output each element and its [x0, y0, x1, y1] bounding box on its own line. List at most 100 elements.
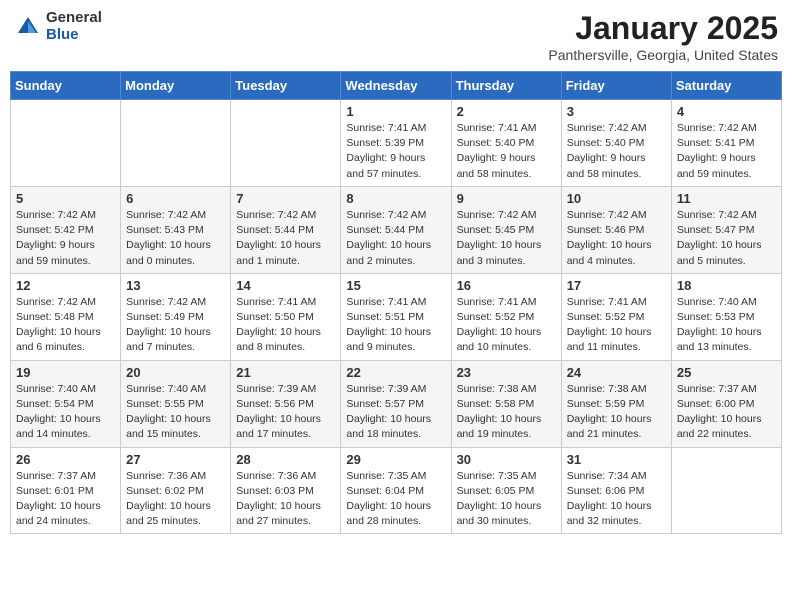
- col-header-tuesday: Tuesday: [231, 72, 341, 100]
- logo-blue-label: Blue: [46, 27, 102, 44]
- day-info: Sunrise: 7:41 AM Sunset: 5:52 PM Dayligh…: [567, 295, 666, 356]
- day-number: 21: [236, 365, 335, 380]
- col-header-wednesday: Wednesday: [341, 72, 451, 100]
- day-number: 20: [126, 365, 225, 380]
- day-number: 1: [346, 104, 445, 119]
- day-number: 10: [567, 191, 666, 206]
- day-info: Sunrise: 7:37 AM Sunset: 6:00 PM Dayligh…: [677, 382, 776, 443]
- day-info: Sunrise: 7:35 AM Sunset: 6:05 PM Dayligh…: [457, 469, 556, 530]
- calendar-cell: [11, 100, 121, 187]
- day-number: 3: [567, 104, 666, 119]
- day-info: Sunrise: 7:36 AM Sunset: 6:03 PM Dayligh…: [236, 469, 335, 530]
- day-info: Sunrise: 7:42 AM Sunset: 5:41 PM Dayligh…: [677, 121, 776, 182]
- calendar-cell: 26 Sunrise: 7:37 AM Sunset: 6:01 PM Dayli…: [11, 447, 121, 534]
- calendar-cell: 8 Sunrise: 7:42 AM Sunset: 5:44 PM Daylig…: [341, 186, 451, 273]
- calendar-cell: 20Sunrise: 7:40 AM Sunset: 5:55 PM Dayli…: [121, 360, 231, 447]
- day-info: Sunrise: 7:42 AM Sunset: 5:44 PM Dayligh…: [346, 208, 445, 269]
- day-number: 16: [457, 278, 556, 293]
- calendar-cell: 7 Sunrise: 7:42 AM Sunset: 5:44 PM Daylig…: [231, 186, 341, 273]
- day-number: 12: [16, 278, 115, 293]
- day-number: 9: [457, 191, 556, 206]
- calendar-cell: 22 Sunrise: 7:39 AM Sunset: 5:57 PM Dayli…: [341, 360, 451, 447]
- day-info: Sunrise: 7:41 AM Sunset: 5:50 PM Dayligh…: [236, 295, 335, 356]
- col-header-monday: Monday: [121, 72, 231, 100]
- day-info: Sunrise: 7:42 AM Sunset: 5:42 PM Dayligh…: [16, 208, 115, 269]
- day-info: Sunrise: 7:39 AM Sunset: 5:56 PM Dayligh…: [236, 382, 335, 443]
- calendar-cell: 19Sunrise: 7:40 AM Sunset: 5:54 PM Dayli…: [11, 360, 121, 447]
- day-info: Sunrise: 7:42 AM Sunset: 5:44 PM Dayligh…: [236, 208, 335, 269]
- day-number: 30: [457, 452, 556, 467]
- day-info: Sunrise: 7:40 AM Sunset: 5:53 PM Dayligh…: [677, 295, 776, 356]
- day-info: Sunrise: 7:42 AM Sunset: 5:49 PM Dayligh…: [126, 295, 225, 356]
- day-info: Sunrise: 7:42 AM Sunset: 5:46 PM Dayligh…: [567, 208, 666, 269]
- day-number: 22: [346, 365, 445, 380]
- page-header: General Blue January 2025 Panthersville,…: [10, 10, 782, 63]
- day-number: 29: [346, 452, 445, 467]
- calendar-cell: 11Sunrise: 7:42 AM Sunset: 5:47 PM Dayli…: [671, 186, 781, 273]
- title-block: January 2025 Panthersville, Georgia, Uni…: [548, 10, 778, 63]
- calendar-cell: [121, 100, 231, 187]
- day-number: 7: [236, 191, 335, 206]
- day-number: 26: [16, 452, 115, 467]
- calendar-week-row: 19Sunrise: 7:40 AM Sunset: 5:54 PM Dayli…: [11, 360, 782, 447]
- calendar-cell: 5 Sunrise: 7:42 AM Sunset: 5:42 PM Daylig…: [11, 186, 121, 273]
- calendar-cell: 15Sunrise: 7:41 AM Sunset: 5:51 PM Dayli…: [341, 273, 451, 360]
- day-info: Sunrise: 7:40 AM Sunset: 5:54 PM Dayligh…: [16, 382, 115, 443]
- day-number: 31: [567, 452, 666, 467]
- col-header-sunday: Sunday: [11, 72, 121, 100]
- logo: General Blue: [14, 10, 102, 43]
- calendar-cell: 30 Sunrise: 7:35 AM Sunset: 6:05 PM Dayli…: [451, 447, 561, 534]
- calendar-cell: 31Sunrise: 7:34 AM Sunset: 6:06 PM Dayli…: [561, 447, 671, 534]
- day-info: Sunrise: 7:42 AM Sunset: 5:40 PM Dayligh…: [567, 121, 666, 182]
- day-info: Sunrise: 7:36 AM Sunset: 6:02 PM Dayligh…: [126, 469, 225, 530]
- calendar-cell: [231, 100, 341, 187]
- logo-general-label: General: [46, 10, 102, 27]
- day-number: 18: [677, 278, 776, 293]
- location-label: Panthersville, Georgia, United States: [548, 47, 778, 63]
- month-title: January 2025: [548, 10, 778, 47]
- day-info: Sunrise: 7:41 AM Sunset: 5:40 PM Dayligh…: [457, 121, 556, 182]
- calendar-cell: 18 Sunrise: 7:40 AM Sunset: 5:53 PM Dayli…: [671, 273, 781, 360]
- day-info: Sunrise: 7:37 AM Sunset: 6:01 PM Dayligh…: [16, 469, 115, 530]
- day-number: 27: [126, 452, 225, 467]
- day-number: 5: [16, 191, 115, 206]
- col-header-saturday: Saturday: [671, 72, 781, 100]
- day-number: 6: [126, 191, 225, 206]
- calendar-cell: 14 Sunrise: 7:41 AM Sunset: 5:50 PM Dayli…: [231, 273, 341, 360]
- calendar-cell: 27 Sunrise: 7:36 AM Sunset: 6:02 PM Dayli…: [121, 447, 231, 534]
- calendar-cell: 4 Sunrise: 7:42 AM Sunset: 5:41 PM Daylig…: [671, 100, 781, 187]
- day-info: Sunrise: 7:39 AM Sunset: 5:57 PM Dayligh…: [346, 382, 445, 443]
- calendar-cell: 23 Sunrise: 7:38 AM Sunset: 5:58 PM Dayli…: [451, 360, 561, 447]
- day-number: 24: [567, 365, 666, 380]
- day-info: Sunrise: 7:42 AM Sunset: 5:47 PM Dayligh…: [677, 208, 776, 269]
- day-number: 15: [346, 278, 445, 293]
- calendar-week-row: 12 Sunrise: 7:42 AM Sunset: 5:48 PM Dayli…: [11, 273, 782, 360]
- day-info: Sunrise: 7:42 AM Sunset: 5:48 PM Dayligh…: [16, 295, 115, 356]
- col-header-thursday: Thursday: [451, 72, 561, 100]
- day-number: 4: [677, 104, 776, 119]
- calendar-cell: 10 Sunrise: 7:42 AM Sunset: 5:46 PM Dayli…: [561, 186, 671, 273]
- calendar-cell: 28Sunrise: 7:36 AM Sunset: 6:03 PM Dayli…: [231, 447, 341, 534]
- calendar-cell: 9 Sunrise: 7:42 AM Sunset: 5:45 PM Daylig…: [451, 186, 561, 273]
- day-info: Sunrise: 7:41 AM Sunset: 5:52 PM Dayligh…: [457, 295, 556, 356]
- calendar-cell: 3 Sunrise: 7:42 AM Sunset: 5:40 PM Daylig…: [561, 100, 671, 187]
- day-number: 23: [457, 365, 556, 380]
- calendar-cell: [671, 447, 781, 534]
- calendar-week-row: 1 Sunrise: 7:41 AM Sunset: 5:39 PM Daylig…: [11, 100, 782, 187]
- day-info: Sunrise: 7:38 AM Sunset: 5:58 PM Dayligh…: [457, 382, 556, 443]
- calendar-week-row: 5 Sunrise: 7:42 AM Sunset: 5:42 PM Daylig…: [11, 186, 782, 273]
- day-info: Sunrise: 7:41 AM Sunset: 5:39 PM Dayligh…: [346, 121, 445, 182]
- day-info: Sunrise: 7:38 AM Sunset: 5:59 PM Dayligh…: [567, 382, 666, 443]
- logo-text: General Blue: [46, 10, 102, 43]
- calendar-cell: 2Sunrise: 7:41 AM Sunset: 5:40 PM Daylig…: [451, 100, 561, 187]
- calendar-cell: 29Sunrise: 7:35 AM Sunset: 6:04 PM Dayli…: [341, 447, 451, 534]
- col-header-friday: Friday: [561, 72, 671, 100]
- day-number: 8: [346, 191, 445, 206]
- calendar-cell: 6Sunrise: 7:42 AM Sunset: 5:43 PM Daylig…: [121, 186, 231, 273]
- day-info: Sunrise: 7:42 AM Sunset: 5:45 PM Dayligh…: [457, 208, 556, 269]
- calendar-cell: 25Sunrise: 7:37 AM Sunset: 6:00 PM Dayli…: [671, 360, 781, 447]
- calendar-header-row: SundayMondayTuesdayWednesdayThursdayFrid…: [11, 72, 782, 100]
- day-number: 14: [236, 278, 335, 293]
- calendar-table: SundayMondayTuesdayWednesdayThursdayFrid…: [10, 71, 782, 534]
- calendar-week-row: 26 Sunrise: 7:37 AM Sunset: 6:01 PM Dayli…: [11, 447, 782, 534]
